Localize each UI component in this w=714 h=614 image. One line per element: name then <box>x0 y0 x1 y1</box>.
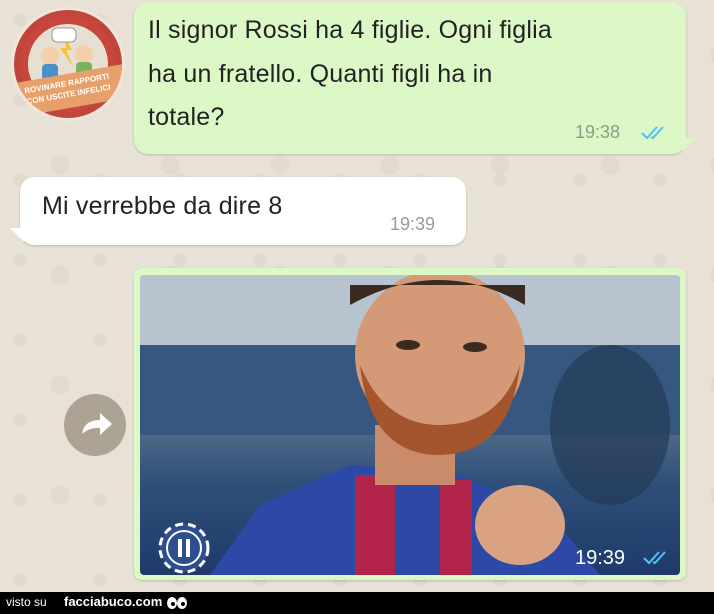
eyes-icon <box>167 597 187 609</box>
message-time: 19:39 <box>575 547 626 569</box>
message-photo[interactable] <box>140 275 680 575</box>
double-check-icon <box>641 126 664 140</box>
double-check-icon <box>643 551 666 565</box>
site-footer: visto su facciabuco.com <box>0 592 714 614</box>
message-time: 19:38 <box>575 122 621 142</box>
bubble-tail <box>10 228 24 242</box>
forward-arrow-icon <box>82 413 112 435</box>
photo-illustration <box>140 275 680 575</box>
site-logo-badge: ROVINARE RAPPORTI CON USCITE INFELICI <box>14 10 122 118</box>
forward-button[interactable] <box>64 394 126 456</box>
message-text-line: Mi verrebbe da dire 8 <box>42 192 283 220</box>
message-text-line: ha un fratello. Quanti figli ha in <box>148 60 493 88</box>
message-text-line: totale? <box>148 103 225 131</box>
bubble-tail <box>682 138 696 152</box>
footer-visto-label: visto su <box>6 595 47 609</box>
footer-site-link[interactable]: facciabuco.com <box>64 594 162 609</box>
gif-pause-icon[interactable] <box>156 520 212 576</box>
message-time: 19:39 <box>390 214 436 234</box>
message-text-line: Il signor Rossi ha 4 figlie. Ogni figlia <box>148 16 553 44</box>
